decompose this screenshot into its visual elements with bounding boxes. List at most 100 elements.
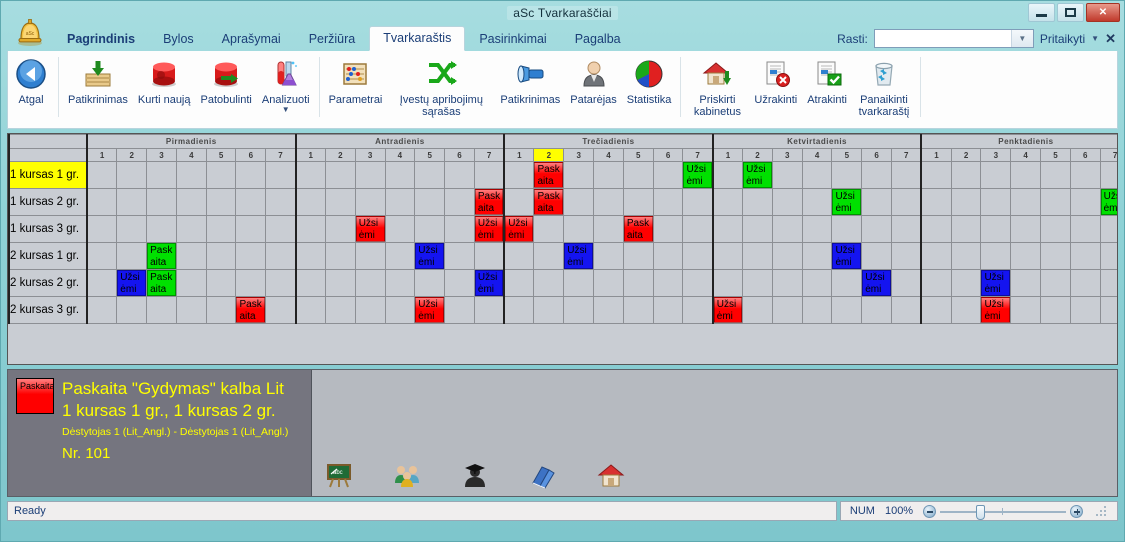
- timetable-cell[interactable]: [533, 269, 565, 297]
- timetable-cell[interactable]: [205, 215, 237, 243]
- timetable-cell[interactable]: [771, 215, 803, 243]
- timetable-cell[interactable]: Paskaita "Anatomija": [235, 296, 267, 324]
- timetable-cell[interactable]: [801, 296, 833, 324]
- zoom-track[interactable]: [940, 504, 1067, 520]
- timetable-cell[interactable]: [503, 269, 535, 297]
- timetable-period-header[interactable]: 5: [831, 148, 863, 162]
- timetable-cell[interactable]: [742, 242, 773, 270]
- timetable-event[interactable]: Paskaita "Gydymas": [474, 189, 504, 215]
- timetable-cell[interactable]: [1099, 269, 1117, 297]
- table-row[interactable]: 2 kursas 1 gr. Paskaita Užsiėmima Užsiėmima…: [8, 242, 1117, 270]
- timetable-event[interactable]: Užsiėmima: [862, 270, 892, 296]
- timetable-cell[interactable]: [801, 215, 833, 243]
- timetable-cell[interactable]: [444, 269, 475, 297]
- timetable-cell[interactable]: [1099, 161, 1117, 189]
- timetable-cell[interactable]: [593, 188, 624, 216]
- timetable-day-header-2[interactable]: Antradienis: [294, 134, 505, 149]
- timetable-cell[interactable]: [1040, 188, 1071, 216]
- timetable-cell[interactable]: [235, 188, 267, 216]
- timetable-cell[interactable]: [324, 188, 356, 216]
- timetable-cell[interactable]: Užsiėmima: [473, 215, 505, 243]
- timetable-cell[interactable]: [920, 269, 952, 297]
- timetable-cell[interactable]: [742, 296, 773, 324]
- timetable-row-label[interactable]: 2 kursas 3 gr.: [8, 296, 88, 324]
- timetable-cell[interactable]: [175, 269, 207, 297]
- timetable-cell[interactable]: [1010, 215, 1042, 243]
- toolbar-button-patarejas[interactable]: Patarėjas: [565, 54, 621, 106]
- timetable-cell[interactable]: [503, 161, 535, 189]
- toolbar-button-patobulinti[interactable]: Patobulinti: [196, 54, 257, 106]
- timetable-cell[interactable]: [1010, 188, 1042, 216]
- timetable-period-header[interactable]: 7: [265, 148, 297, 162]
- timetable-cell[interactable]: [652, 188, 684, 216]
- timetable-period-header[interactable]: 4: [593, 148, 624, 162]
- timetable-event[interactable]: Užsiėmima: [832, 189, 862, 215]
- timetable-cell[interactable]: [265, 269, 297, 297]
- timetable-period-header[interactable]: 7: [682, 148, 714, 162]
- timetable-cell[interactable]: [175, 215, 207, 243]
- timetable-cell[interactable]: [771, 188, 803, 216]
- timetable-cell[interactable]: [622, 269, 654, 297]
- timetable-cell[interactable]: [1099, 242, 1117, 270]
- timetable-cell[interactable]: [861, 215, 893, 243]
- timetable-cell[interactable]: [146, 296, 177, 324]
- table-row[interactable]: 2 kursas 3 gr. Paskaita "Anatomija" Užsiėm…: [8, 296, 1117, 324]
- timetable-cell[interactable]: Paskaita "Gydymas": [533, 161, 565, 189]
- timetable-period-header[interactable]: 6: [444, 148, 475, 162]
- timetable-cell[interactable]: [384, 188, 416, 216]
- tab-pagalba[interactable]: Pagalba: [561, 27, 635, 51]
- toolbar-button-panaikinti-tvarkarasti[interactable]: Panaikinti tvarkaraštį: [852, 54, 916, 118]
- timetable-cell[interactable]: [891, 215, 922, 243]
- people-group-icon[interactable]: [392, 460, 422, 490]
- timetable-event[interactable]: Užsiėmima: [981, 270, 1011, 296]
- timetable-cell[interactable]: [920, 296, 952, 324]
- timetable-cell[interactable]: [265, 296, 297, 324]
- timetable-row-label[interactable]: 1 kursas 2 gr.: [8, 188, 88, 216]
- timetable-cell[interactable]: [563, 188, 595, 216]
- timetable-cell[interactable]: Užsiėmima: [116, 269, 148, 297]
- timetable-cell[interactable]: [861, 161, 893, 189]
- timetable-cell[interactable]: [682, 242, 714, 270]
- timetable-cell[interactable]: [1010, 269, 1042, 297]
- timetable-cell[interactable]: [950, 242, 982, 270]
- timetable-day-header-3[interactable]: Trečiadienis: [503, 134, 714, 149]
- timetable-cell[interactable]: [473, 161, 505, 189]
- timetable-cell[interactable]: Užsiėmima: [742, 161, 773, 189]
- toolbar-button-patikrinimas-1[interactable]: Patikrinimas: [63, 54, 133, 106]
- timetable-cell[interactable]: [682, 296, 714, 324]
- timetable-event[interactable]: Užsiėmima: [415, 297, 445, 323]
- timetable-event[interactable]: Užsiėmima: [683, 162, 712, 188]
- timetable-cell[interactable]: [980, 242, 1012, 270]
- timetable-cell[interactable]: [116, 296, 148, 324]
- tab-pagrindinis[interactable]: Pagrindinis: [53, 27, 149, 51]
- timetable-cell[interactable]: Užsiėmima: [980, 269, 1012, 297]
- timetable-cell[interactable]: [235, 242, 267, 270]
- timetable-cell[interactable]: [920, 215, 952, 243]
- timetable-cell[interactable]: [1069, 215, 1101, 243]
- timetable-cell[interactable]: [771, 296, 803, 324]
- tab-tvarkarastis[interactable]: Tvarkaraštis: [369, 26, 466, 51]
- timetable-cell[interactable]: [1069, 188, 1101, 216]
- timetable-cell[interactable]: [1040, 269, 1071, 297]
- tab-pasirinkimai[interactable]: Pasirinkimai: [465, 27, 560, 51]
- table-row[interactable]: 1 kursas 2 gr. Paskaita "Gydymas" Paskaita…: [8, 188, 1117, 216]
- timetable-cell[interactable]: [294, 215, 326, 243]
- timetable-cell[interactable]: [1040, 215, 1071, 243]
- timetable-period-header[interactable]: 2: [116, 148, 148, 162]
- timetable-cell[interactable]: [622, 188, 654, 216]
- timetable-cell[interactable]: [235, 161, 267, 189]
- timetable-cell[interactable]: [831, 269, 863, 297]
- timetable-event[interactable]: Užsiėmima: [564, 243, 594, 269]
- timetable-period-header[interactable]: 3: [980, 148, 1012, 162]
- timetable-cell[interactable]: Užsiėmima: [503, 215, 535, 243]
- timetable-cell[interactable]: [652, 269, 684, 297]
- timetable-event[interactable]: Užsiėmima: [1100, 189, 1117, 215]
- tab-perziura[interactable]: Peržiūra: [295, 27, 370, 51]
- timetable-cell[interactable]: Užsiėmima: [682, 161, 714, 189]
- timetable-row-label[interactable]: 1 kursas 3 gr.: [8, 215, 88, 243]
- timetable-cell[interactable]: [146, 188, 177, 216]
- timetable-cell[interactable]: [205, 242, 237, 270]
- zoom-out-button[interactable]: [923, 504, 937, 518]
- timetable-cell[interactable]: [265, 242, 297, 270]
- timetable-grid[interactable]: Pirmadienis Antradienis Trečiadienis Ketvir…: [7, 133, 1118, 365]
